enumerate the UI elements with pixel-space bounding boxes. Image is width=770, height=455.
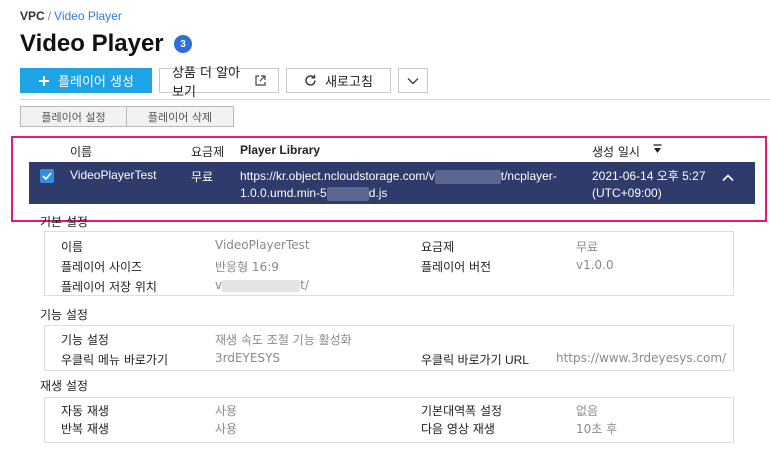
name-value: VideoPlayerTest [215, 238, 310, 252]
basic-settings-title: 기본 설정 [40, 215, 88, 229]
count-badge: 3 [174, 35, 192, 53]
size-label: 플레이어 사이즈 [61, 260, 143, 274]
learn-more-label: 상품 더 알아보기 [172, 65, 241, 100]
feature-label: 기능 설정 [61, 333, 109, 347]
storage-label: 플레이어 저장 위치 [61, 280, 157, 294]
storage-value-end: t/ [300, 278, 309, 292]
version-label: 플레이어 버전 [421, 260, 492, 274]
feature-value: 재생 속도 조절 기능 활성화 [215, 333, 352, 347]
create-player-button[interactable]: 플레이어 생성 [20, 68, 152, 93]
refresh-label: 새로고침 [325, 75, 373, 90]
library-url-part3: 1.0.0.umd.min-5 [240, 186, 327, 200]
action-tabs: 플레이어 설정 플레이어 삭제 [20, 106, 234, 127]
name-label: 이름 [61, 240, 84, 254]
table-row[interactable]: VideoPlayerTest 무료 https://kr.object.ncl… [29, 162, 755, 204]
autoplay-label: 자동 재생 [61, 404, 109, 418]
breadcrumb-root[interactable]: VPC [20, 9, 45, 23]
create-player-label: 플레이어 생성 [58, 75, 134, 90]
redacted-block [326, 186, 369, 201]
page-title: Video Player [20, 30, 164, 57]
context-menu-value: 3rdEYESYS [215, 351, 281, 365]
created-date: 2021-06-14 오후 5:27 [592, 169, 706, 183]
external-link-icon [255, 75, 266, 86]
column-header-name[interactable]: 이름 [70, 143, 92, 160]
playback-settings-panel [44, 397, 734, 443]
context-menu-label: 우클릭 메뉴 바로가기 [61, 353, 168, 367]
library-url-part2: t/ncplayer- [500, 169, 557, 183]
storage-value-start: v [215, 278, 223, 292]
chevron-up-icon[interactable] [722, 171, 734, 185]
row-name: VideoPlayerTest [70, 168, 157, 182]
column-header-library[interactable]: Player Library [240, 143, 320, 157]
table-header: 이름 요금제 Player Library 생성 일시 [20, 139, 750, 161]
more-dropdown-button[interactable] [398, 68, 428, 93]
toolbar: 플레이어 생성 상품 더 알아보기 새로고침 [20, 66, 428, 100]
row-plan: 무료 [191, 170, 214, 184]
size-value: 반응형 16:9 [215, 260, 279, 274]
chevron-down-icon [407, 77, 419, 85]
version-value: v1.0.0 [576, 258, 614, 272]
breadcrumb-separator: / [47, 9, 52, 23]
toolbar-divider [20, 99, 770, 100]
bandwidth-label: 기본대역폭 설정 [421, 404, 503, 418]
next-video-value: 10초 후 [576, 422, 618, 436]
plan-label: 요금제 [421, 240, 455, 254]
feature-settings-title: 기능 설정 [40, 308, 88, 322]
redacted-block [222, 279, 301, 292]
context-url-value: https://www.3rdeyesys.com/ [556, 351, 727, 365]
library-url-part1: https://kr.object.ncloudstorage.com/v [240, 169, 435, 183]
refresh-icon [304, 74, 317, 87]
row-library: https://kr.object.ncloudstorage.com/v t/n… [240, 168, 585, 202]
next-video-label: 다음 영상 재생 [421, 422, 495, 436]
row-created: 2021-06-14 오후 5:27 (UTC+09:00) [592, 168, 706, 202]
column-header-created[interactable]: 생성 일시 [592, 143, 640, 160]
playback-settings-title: 재생 설정 [40, 379, 88, 393]
row-checkbox[interactable] [40, 169, 54, 183]
repeat-value: 사용 [215, 422, 238, 436]
player-settings-button[interactable]: 플레이어 설정 [20, 106, 127, 127]
check-icon [42, 172, 52, 180]
bandwidth-value: 없음 [576, 404, 599, 418]
redacted-block [434, 169, 501, 184]
library-url-part4: d.js [368, 186, 388, 200]
plan-value: 무료 [576, 240, 599, 254]
repeat-label: 반복 재생 [61, 422, 109, 436]
autoplay-value: 사용 [215, 404, 238, 418]
storage-value: v t/ [215, 278, 309, 292]
learn-more-button[interactable]: 상품 더 알아보기 [159, 66, 279, 100]
context-url-label: 우클릭 바로가기 URL [421, 353, 529, 367]
column-header-plan[interactable]: 요금제 [191, 143, 224, 160]
sort-desc-icon[interactable] [653, 143, 662, 157]
breadcrumb: VPC / Video Player [20, 9, 122, 23]
created-timezone: (UTC+09:00) [592, 186, 662, 200]
plus-icon [38, 75, 50, 87]
breadcrumb-current[interactable]: Video Player [54, 9, 122, 23]
refresh-button[interactable]: 새로고침 [286, 68, 391, 93]
player-delete-button[interactable]: 플레이어 삭제 [127, 106, 234, 127]
